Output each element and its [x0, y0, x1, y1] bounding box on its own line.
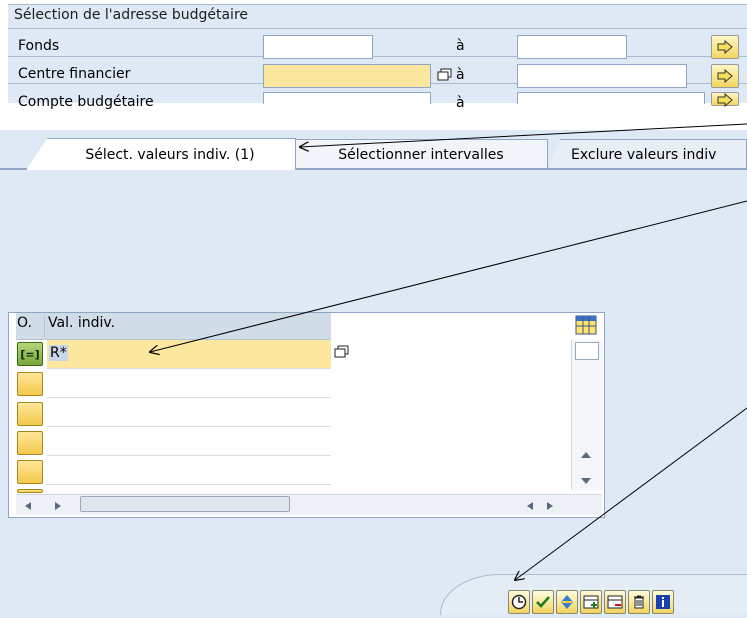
tab-select-single-values[interactable]: Sélect. valeurs indiv. (1): [26, 138, 296, 170]
annotation-arrows: [0, 123, 747, 618]
tab-label: Sélect. valeurs indiv. (1): [85, 146, 255, 163]
